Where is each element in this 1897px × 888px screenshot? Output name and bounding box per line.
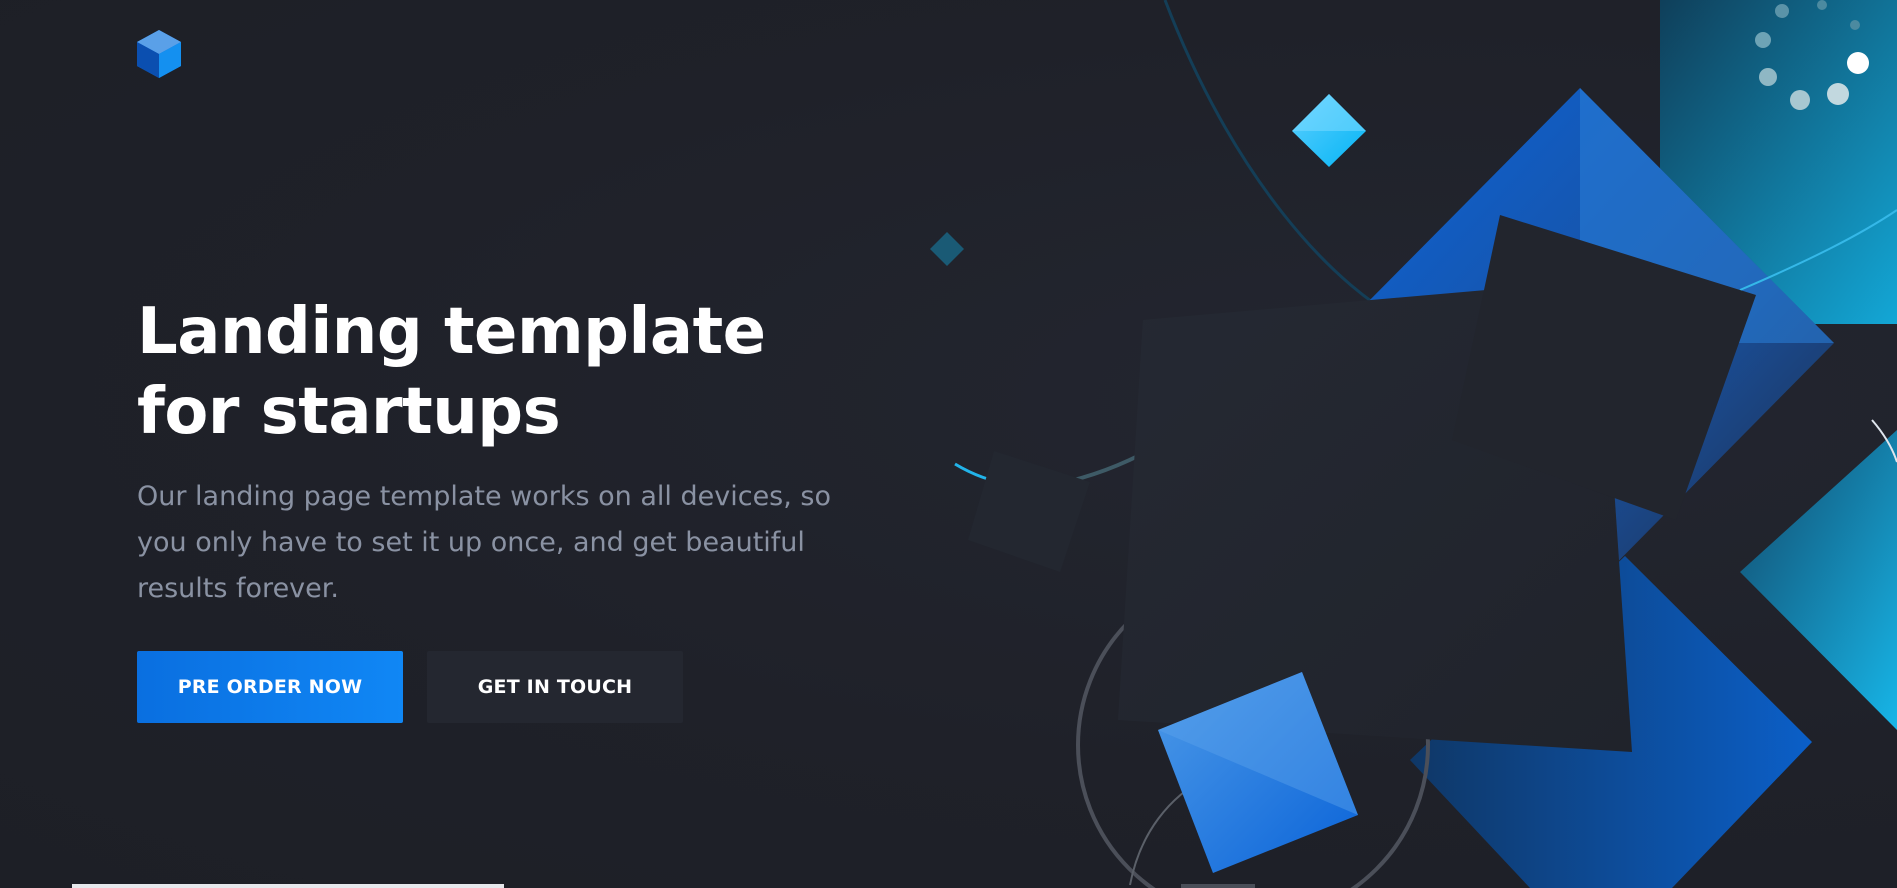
get-in-touch-button[interactable]: GET IN TOUCH bbox=[427, 651, 683, 723]
hero-section: Landing template for startups Our landin… bbox=[137, 292, 857, 612]
scroll-indicator-left bbox=[72, 884, 504, 888]
hero-title: Landing template for startups bbox=[137, 295, 766, 449]
hexagon-cube-icon[interactable] bbox=[137, 30, 181, 78]
landing-page: Landing template for startups Our landin… bbox=[0, 0, 1897, 888]
pre-order-button[interactable]: PRE ORDER NOW bbox=[137, 651, 403, 723]
scroll-indicator-right bbox=[1181, 884, 1255, 888]
small-teal-diamond bbox=[930, 232, 964, 266]
large-arc bbox=[1163, 0, 1421, 332]
hero-paragraph: Our landing page template works on all d… bbox=[137, 481, 831, 604]
small-dark-square bbox=[968, 451, 1090, 572]
cta-row: PRE ORDER NOW GET IN TOUCH bbox=[137, 651, 683, 723]
right-teal-triangle bbox=[1740, 430, 1897, 730]
